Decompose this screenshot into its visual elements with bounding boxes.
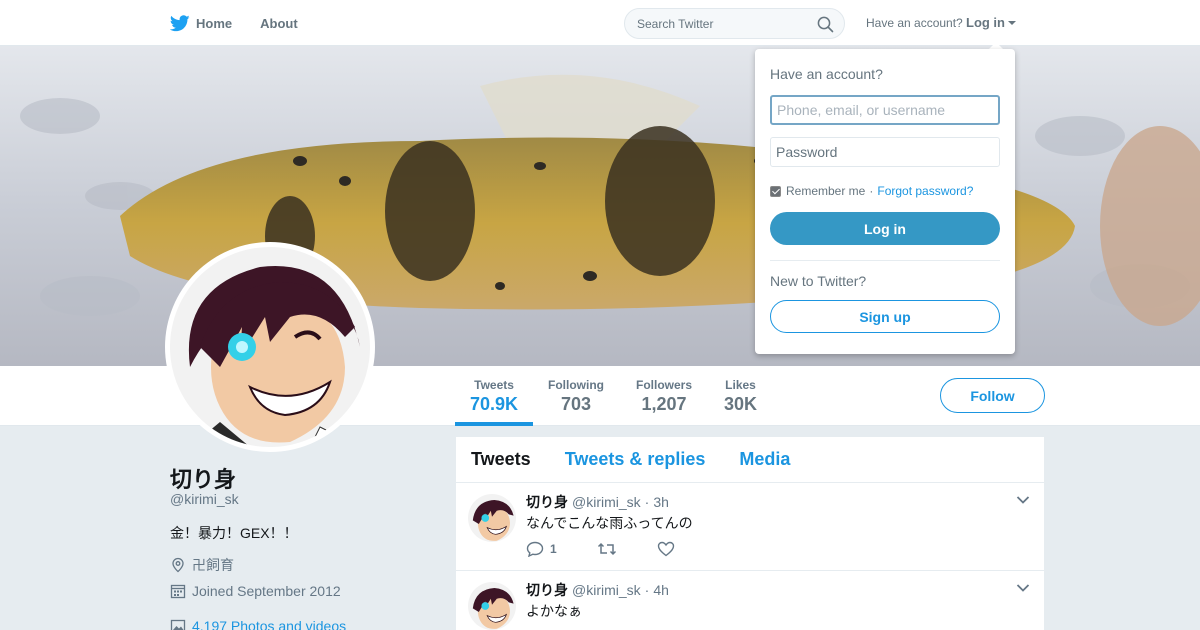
stat-tweets[interactable]: Tweets 70.9K: [470, 378, 518, 415]
stat-likes[interactable]: Likes 30K: [724, 378, 757, 415]
twitter-bird-icon: [170, 14, 190, 31]
timeline-tabs: Tweets Tweets & replies Media: [456, 437, 1044, 483]
reply-count: 1: [550, 542, 557, 556]
nav-about-label: About: [260, 15, 298, 31]
avatar-image: [170, 247, 370, 447]
stat-following[interactable]: Following 703: [548, 378, 604, 415]
remember-label[interactable]: Remember me: [786, 184, 865, 198]
signup-button[interactable]: Sign up: [770, 300, 1000, 333]
tweet-item[interactable]: 切り身 @kirimi_sk · 3h なんでこんな雨ふってんの 1: [456, 483, 1044, 571]
remember-checkbox[interactable]: [770, 185, 781, 197]
top-navigation-bar: Home About Have an account? Log in: [0, 0, 1200, 46]
tweet-author-handle[interactable]: @kirimi_sk: [572, 582, 641, 598]
tweet-timestamp[interactable]: 3h: [653, 494, 669, 510]
profile-bio: 金！暴力！GEX！！: [170, 525, 298, 541]
tweet-text: なんでこんな雨ふってんの: [526, 515, 693, 531]
tweet-author-name[interactable]: 切り身: [526, 492, 568, 512]
active-stat-indicator: [455, 422, 533, 426]
tab-tweets-replies[interactable]: Tweets & replies: [565, 449, 706, 470]
dropdown-divider: [770, 260, 1000, 261]
stat-label: Tweets: [474, 378, 514, 392]
nav-about[interactable]: About: [260, 16, 298, 31]
new-to-twitter-text: New to Twitter?: [770, 273, 867, 289]
tweet-timestamp[interactable]: 4h: [653, 582, 669, 598]
tweet-header: 切り身 @kirimi_sk · 3h: [526, 492, 669, 512]
tweet-author-handle[interactable]: @kirimi_sk: [572, 494, 641, 510]
tweet-avatar[interactable]: [468, 582, 516, 630]
login-dropdown-toggle[interactable]: Log in: [966, 15, 1016, 30]
stat-label: Followers: [636, 378, 693, 392]
retweet-icon: [597, 542, 616, 556]
password-field[interactable]: [770, 137, 1000, 167]
tweet-item[interactable]: 切り身 @kirimi_sk · 4h よかなぁ: [456, 571, 1044, 630]
profile-joined: Joined September 2012: [170, 583, 341, 599]
stat-value: 70.9K: [470, 394, 519, 414]
retweet-button[interactable]: [597, 541, 617, 557]
chevron-down-icon[interactable]: [1016, 583, 1030, 593]
login-button[interactable]: Log in: [770, 212, 1000, 245]
chevron-down-icon[interactable]: [1016, 495, 1030, 505]
nav-home[interactable]: Home: [170, 14, 233, 32]
calendar-icon: [170, 584, 186, 599]
profile-name: 切り身: [170, 467, 237, 492]
login-link-label: Log in: [966, 15, 1005, 30]
reply-icon: [526, 541, 544, 557]
profile-avatar[interactable]: [165, 242, 375, 452]
search-input[interactable]: [625, 9, 805, 38]
tab-tweets[interactable]: Tweets: [471, 449, 531, 470]
profile-handle[interactable]: @kirimi_sk: [170, 491, 239, 507]
heart-icon: [657, 541, 674, 557]
tweet-dot: ·: [644, 494, 650, 510]
tweet-dot: ·: [644, 582, 650, 598]
stat-label: Following: [548, 378, 604, 392]
avatar-image: [468, 494, 516, 542]
forgot-password-link[interactable]: Forgot password?: [877, 184, 973, 198]
tweet-avatar[interactable]: [468, 494, 516, 542]
username-field[interactable]: [770, 95, 1000, 125]
avatar-image: [468, 582, 516, 630]
remember-separator: ·: [869, 184, 874, 198]
nav-home-label: Home: [196, 15, 233, 31]
tweet-header: 切り身 @kirimi_sk · 4h: [526, 580, 669, 600]
tab-media[interactable]: Media: [739, 449, 790, 470]
stat-value: 1,207: [641, 394, 687, 414]
login-dropdown: Have an account? Remember me · Forgot pa…: [755, 49, 1015, 354]
photos-text: 4,197 Photos and videos: [192, 618, 347, 630]
photo-icon: [170, 619, 186, 630]
caret-down-icon: [1008, 21, 1016, 25]
profile-location: 卍飼育: [170, 555, 234, 575]
follow-button[interactable]: Follow: [940, 378, 1045, 413]
have-account-text: Have an account?: [866, 16, 963, 30]
stat-value: 30K: [724, 394, 758, 414]
location-pin-icon: [172, 557, 184, 573]
reply-button[interactable]: 1: [526, 541, 557, 557]
joined-text: Joined September 2012: [192, 583, 341, 599]
like-button[interactable]: [657, 541, 675, 557]
tweet-text: よかなぁ: [526, 603, 582, 619]
tweet-actions: 1: [526, 541, 715, 557]
stat-followers[interactable]: Followers 1,207: [636, 378, 692, 415]
stat-value: 703: [560, 394, 592, 414]
search-icon[interactable]: [817, 16, 834, 33]
search-box: [624, 8, 845, 39]
stat-label: Likes: [725, 378, 756, 392]
dropdown-title: Have an account?: [770, 66, 883, 82]
timeline: Tweets Tweets & replies Media 切り身 @kirim…: [456, 437, 1044, 630]
location-text: 卍飼育: [192, 557, 234, 573]
remember-row: Remember me · Forgot password?: [770, 184, 973, 198]
tweet-author-name[interactable]: 切り身: [526, 580, 568, 600]
nav-left: Home About: [170, 0, 326, 46]
profile-photos-link[interactable]: 4,197 Photos and videos: [170, 618, 346, 630]
